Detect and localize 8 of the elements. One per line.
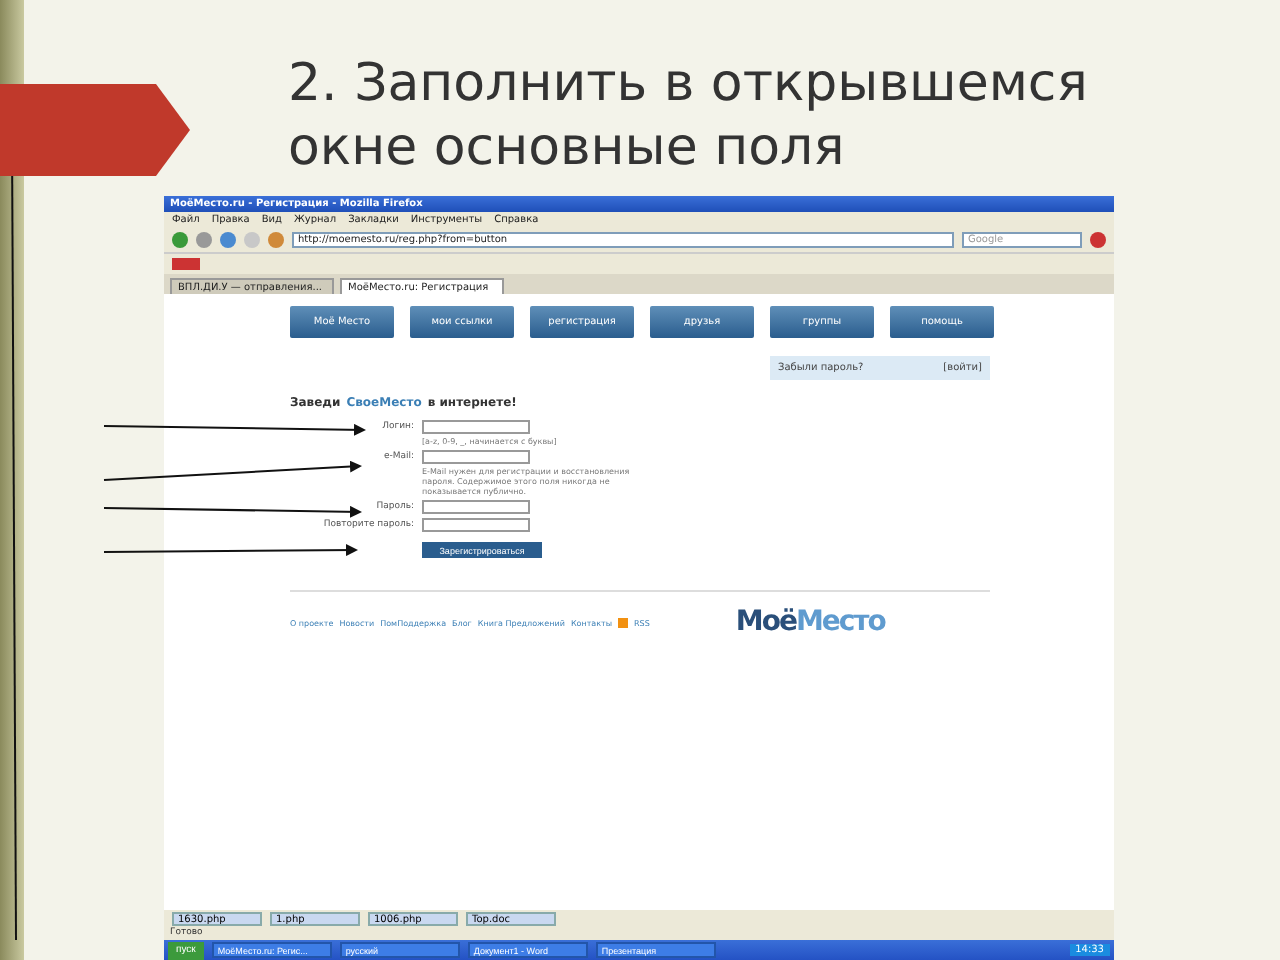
site-logo: МоёМесто xyxy=(735,606,885,638)
slide-title: 2. Заполнить в открывшемся окне основные поля xyxy=(288,52,1090,182)
input-field[interactable] xyxy=(422,450,530,464)
input-field[interactable] xyxy=(422,500,530,514)
toolbar-logo-icon xyxy=(172,258,200,270)
input-field[interactable] xyxy=(422,420,530,434)
input-field[interactable] xyxy=(422,518,530,532)
rss-icon xyxy=(618,617,629,627)
